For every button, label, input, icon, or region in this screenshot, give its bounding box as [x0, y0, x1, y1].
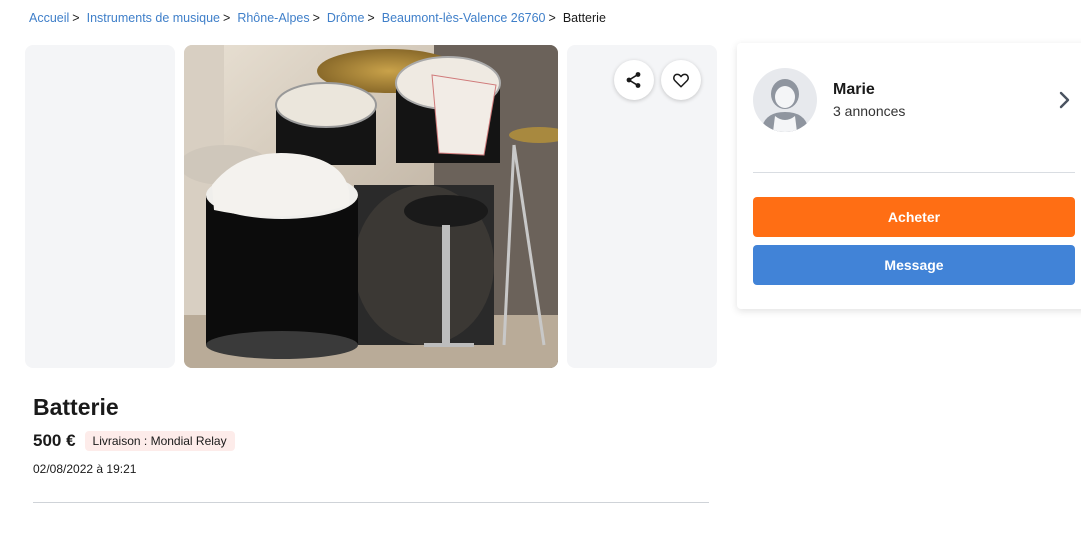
seller-profile-link[interactable]: Marie 3 annonces: [753, 68, 1077, 134]
divider: [33, 502, 709, 503]
delivery-badge: Livraison : Mondial Relay: [84, 431, 235, 451]
seller-name: Marie: [833, 81, 875, 98]
breadcrumb-link-home[interactable]: Accueil: [29, 11, 69, 25]
share-button[interactable]: [614, 60, 654, 100]
user-avatar-icon: [753, 68, 817, 132]
gallery-placeholder-left: [25, 45, 175, 368]
listing-price: 500 €: [33, 431, 76, 450]
seller-ads-count: 3 annonces: [833, 103, 906, 119]
breadcrumb-link-city[interactable]: Beaumont-lès-Valence 26760: [382, 11, 546, 25]
listing-title: Batterie: [33, 394, 119, 420]
favorite-button[interactable]: [661, 60, 701, 100]
message-button[interactable]: Message: [753, 245, 1075, 285]
chevron-right-icon: [1059, 91, 1070, 109]
card-divider: [753, 172, 1075, 173]
breadcrumb-link-category[interactable]: Instruments de musique: [87, 11, 220, 25]
main-photo[interactable]: [184, 45, 558, 368]
breadcrumb-separator: >: [312, 11, 320, 25]
listing-date: 02/08/2022 à 19:21: [33, 462, 137, 476]
breadcrumb-link-department[interactable]: Drôme: [327, 11, 365, 25]
breadcrumb-separator: >: [548, 11, 556, 25]
share-icon: [626, 72, 641, 88]
breadcrumb-separator: >: [223, 11, 231, 25]
buy-button[interactable]: Acheter: [753, 197, 1075, 237]
seller-card: Marie 3 annonces Acheter Message: [737, 43, 1081, 309]
breadcrumb-separator: >: [72, 11, 80, 25]
price-row: 500 € Livraison : Mondial Relay: [33, 431, 235, 451]
avatar: [753, 68, 817, 132]
heart-icon: [673, 73, 689, 88]
breadcrumb-separator: >: [367, 11, 375, 25]
breadcrumb-current: Batterie: [562, 11, 606, 25]
breadcrumb-link-region[interactable]: Rhône-Alpes: [237, 11, 309, 25]
breadcrumb: Accueil > Instruments de musique > Rhône-A…: [29, 11, 606, 25]
drum-kit-photo: [184, 45, 558, 368]
